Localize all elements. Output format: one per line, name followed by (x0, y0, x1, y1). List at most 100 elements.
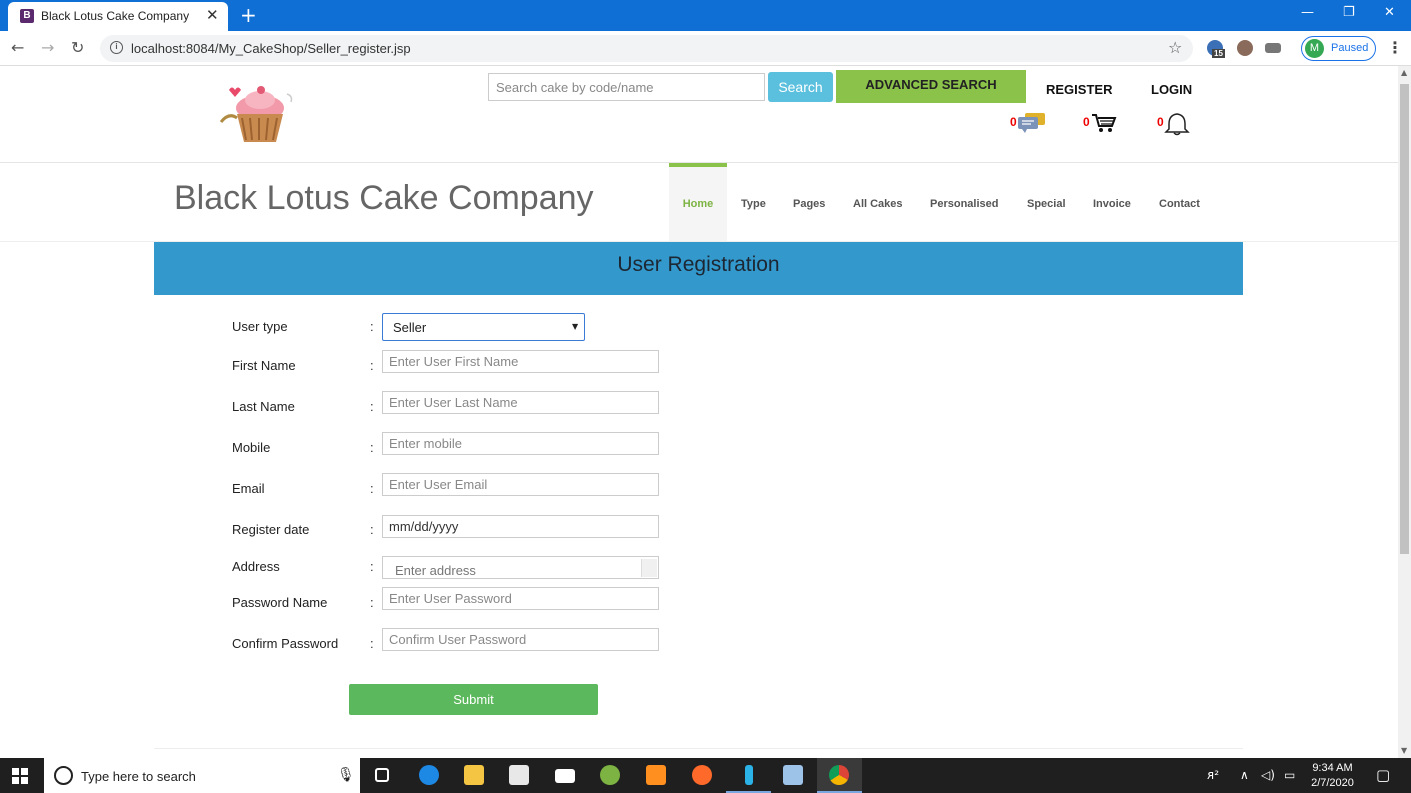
page-scrollbar[interactable]: ▲ ▼ (1398, 66, 1411, 758)
nav-item-home[interactable]: Home (669, 163, 727, 241)
cupcake-logo[interactable] (215, 82, 301, 148)
user-type-select[interactable]: Seller ▼ (382, 313, 585, 341)
extension-bug-icon[interactable] (1237, 40, 1253, 56)
virtualbox-icon[interactable] (771, 758, 816, 793)
registration-banner: User Registration (154, 242, 1243, 295)
action-center-icon[interactable]: ▢ (1376, 766, 1390, 784)
mail-icon[interactable] (543, 758, 588, 793)
user-type-label: User type (232, 319, 288, 334)
colon: : (370, 319, 374, 334)
site-info-icon[interactable]: i (110, 41, 123, 54)
back-icon[interactable]: ← (11, 38, 24, 57)
confirm-password-field[interactable] (382, 628, 659, 651)
nav-item-invoice[interactable]: Invoice (1093, 163, 1131, 241)
chrome-icon[interactable] (817, 758, 862, 793)
nav-item-contact[interactable]: Contact (1159, 163, 1200, 241)
first-name-field[interactable] (382, 350, 659, 373)
password-field[interactable] (382, 587, 659, 610)
register-date-field[interactable]: mm/dd/yyyy (382, 515, 659, 538)
extension-link-icon[interactable] (1265, 43, 1281, 53)
app-orange-icon[interactable] (634, 758, 679, 793)
file-explorer-icon[interactable] (452, 758, 497, 793)
chevron-down-icon: ▼ (572, 322, 579, 331)
address-bar: ← → ↻ i localhost:8084/My_CakeShop/Selle… (0, 31, 1411, 66)
window-close-icon[interactable]: ✕ (1384, 5, 1395, 20)
browser-tab[interactable]: B Black Lotus Cake Company ✕ (8, 2, 228, 31)
scroll-down-icon[interactable]: ▼ (1401, 746, 1407, 755)
last-name-label: Last Name (232, 399, 295, 414)
submit-button[interactable]: Submit (349, 684, 598, 715)
bell-icon[interactable] (1164, 112, 1190, 136)
forward-icon[interactable]: → (41, 38, 54, 57)
address-label: Address (232, 559, 280, 574)
register-link[interactable]: REGISTER (1046, 82, 1112, 97)
android-studio-icon[interactable] (588, 758, 633, 793)
nav-item-all-cakes[interactable]: All Cakes (853, 163, 903, 241)
search-button[interactable]: Search (768, 72, 833, 102)
last-name-field[interactable] (382, 391, 659, 414)
email-label: Email (232, 481, 265, 496)
colon: : (370, 636, 374, 651)
store-icon[interactable] (497, 758, 542, 793)
scroll-up-icon[interactable]: ▲ (1401, 68, 1407, 77)
tray-chevron-icon[interactable]: ∧ (1240, 768, 1249, 782)
omnibox[interactable]: i localhost:8084/My_CakeShop/Seller_regi… (100, 35, 1193, 62)
cart-count: 0 (1083, 115, 1090, 129)
reload-icon[interactable]: ↻ (71, 38, 84, 57)
url-text[interactable]: localhost:8084/My_CakeShop/Seller_regist… (131, 41, 411, 56)
firefox-icon[interactable] (680, 758, 725, 793)
windows-start-icon[interactable] (12, 768, 28, 784)
confirm-password-label: Confirm Password (232, 636, 339, 651)
first-name-label: First Name (232, 358, 296, 373)
volume-icon[interactable]: ◁) (1261, 768, 1275, 782)
edge-icon[interactable] (407, 758, 452, 793)
taskbar-search-text: Type here to search (81, 769, 196, 784)
nav-item-type[interactable]: Type (741, 163, 766, 241)
minimize-icon[interactable]: — (1301, 5, 1314, 20)
scroll-thumb[interactable] (1400, 84, 1409, 554)
page: Search ADVANCED SEARCH REGISTER LOGIN 0 … (0, 66, 1398, 758)
browser-menu-icon[interactable]: ⋮ (1387, 38, 1403, 57)
search-input[interactable] (488, 73, 765, 101)
cart-icon[interactable] (1091, 112, 1117, 134)
microphone-icon[interactable]: 🎙 (337, 767, 355, 783)
clock-time: 9:34 AM (1312, 762, 1353, 774)
nav-item-personalised[interactable]: Personalised (930, 163, 998, 241)
cortana-icon (54, 766, 73, 785)
new-tab-icon[interactable]: + (240, 3, 257, 27)
mobile-field[interactable] (382, 432, 659, 455)
login-link[interactable]: LOGIN (1151, 82, 1192, 97)
advanced-search-button[interactable]: ADVANCED SEARCH (836, 70, 1026, 103)
bookmark-star-icon[interactable]: ☆ (1168, 38, 1182, 57)
browser-titlebar: B Black Lotus Cake Company ✕ + — ❐ ✕ (0, 0, 1411, 31)
profile-button[interactable]: M Paused (1301, 36, 1376, 61)
tab-title: Black Lotus Cake Company (41, 9, 190, 23)
nav-item-special[interactable]: Special (1027, 163, 1066, 241)
taskbar-search[interactable]: Type here to search 🎙 (44, 758, 360, 793)
notifications-count: 0 (1157, 115, 1164, 129)
mobile-label: Mobile (232, 440, 271, 455)
address-field[interactable]: Enter address (382, 556, 659, 579)
nav-item-pages[interactable]: Pages (793, 163, 825, 241)
extension-badge: 15 (1212, 49, 1225, 58)
task-view-icon[interactable] (360, 758, 405, 793)
messages-count: 0 (1010, 115, 1017, 129)
tab-favicon: B (20, 9, 34, 23)
colon: : (370, 595, 374, 610)
colon: : (370, 559, 374, 574)
brand-title[interactable]: Black Lotus Cake Company (174, 179, 594, 218)
taskbar-clock[interactable]: 9:34 AM 2/7/2020 (1305, 761, 1360, 791)
people-icon[interactable]: ᴙ² (1207, 768, 1219, 782)
app-bolt-icon[interactable] (726, 758, 771, 793)
profile-status: Paused (1331, 42, 1369, 54)
email-field[interactable] (382, 473, 659, 496)
colon: : (370, 358, 374, 373)
messages-icon[interactable] (1017, 112, 1047, 134)
address-placeholder: Enter address (395, 563, 476, 578)
clock-date: 2/7/2020 (1311, 777, 1354, 789)
resize-handle-icon[interactable] (641, 559, 657, 577)
battery-icon[interactable]: ▭ (1284, 768, 1295, 782)
restore-icon[interactable]: ❐ (1343, 5, 1355, 20)
tab-close-icon[interactable]: ✕ (206, 6, 219, 24)
avatar: M (1305, 39, 1324, 58)
